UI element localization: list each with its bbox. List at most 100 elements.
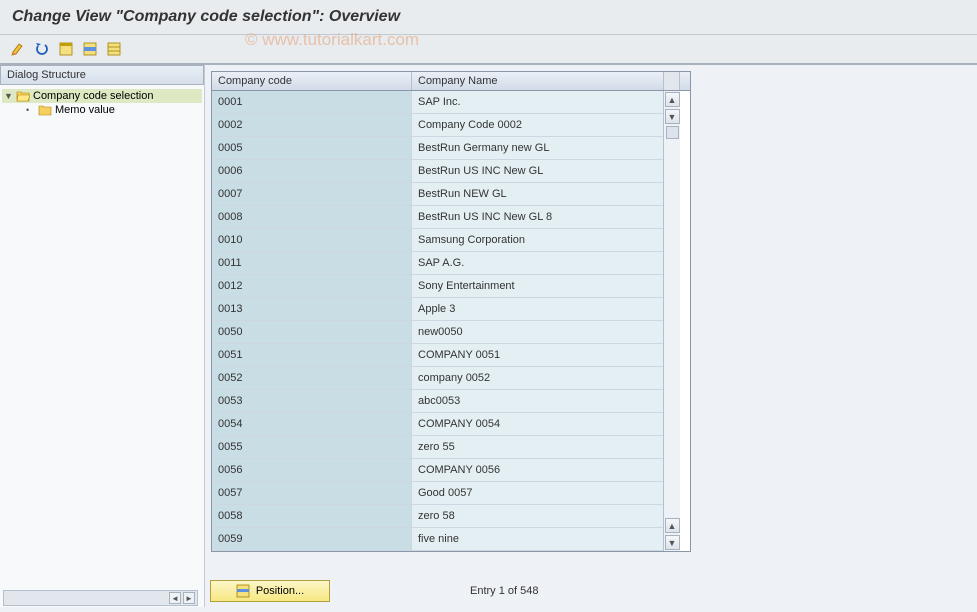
table-row[interactable]: 0007BestRun NEW GL bbox=[212, 183, 663, 206]
cell-company-code[interactable]: 0006 bbox=[212, 160, 412, 182]
cell-company-name[interactable]: Company Code 0002 bbox=[412, 114, 663, 136]
table-row[interactable]: 0005BestRun Germany new GL bbox=[212, 137, 663, 160]
tree-node-company-code-selection[interactable]: ▼ Company code selection bbox=[2, 89, 202, 103]
undo-change-icon[interactable] bbox=[32, 39, 52, 59]
folder-open-icon bbox=[16, 90, 30, 102]
tree-node-memo-value[interactable]: • Memo value bbox=[2, 103, 202, 117]
col-header-company-name[interactable]: Company Name bbox=[412, 72, 663, 90]
scroll-thumb[interactable] bbox=[666, 126, 679, 139]
grid-scroll-header bbox=[663, 72, 680, 90]
select-block-icon[interactable] bbox=[80, 39, 100, 59]
cell-company-code[interactable]: 0053 bbox=[212, 390, 412, 412]
cell-company-code[interactable]: 0001 bbox=[212, 91, 412, 113]
table-row[interactable]: 0011SAP A.G. bbox=[212, 252, 663, 275]
folder-icon bbox=[38, 104, 52, 116]
tree-node-label: Company code selection bbox=[33, 90, 153, 102]
main-area: Dialog Structure ▼ Company code selection… bbox=[0, 65, 977, 607]
cell-company-code[interactable]: 0008 bbox=[212, 206, 412, 228]
table-row[interactable]: 0012Sony Entertainment bbox=[212, 275, 663, 298]
position-button[interactable]: Position... bbox=[210, 580, 330, 602]
table-row[interactable]: 0054COMPANY 0054 bbox=[212, 413, 663, 436]
cell-company-code[interactable]: 0012 bbox=[212, 275, 412, 297]
table-row[interactable]: 0001SAP Inc. bbox=[212, 91, 663, 114]
cell-company-name[interactable]: BestRun US INC New GL 8 bbox=[412, 206, 663, 228]
cell-company-name[interactable]: zero 55 bbox=[412, 436, 663, 458]
cell-company-code[interactable]: 0007 bbox=[212, 183, 412, 205]
hscroll-right-icon[interactable]: ► bbox=[183, 592, 195, 604]
grid-header: Company code Company Name bbox=[212, 72, 690, 91]
col-header-company-code[interactable]: Company code bbox=[212, 72, 412, 90]
table-row[interactable]: 0055zero 55 bbox=[212, 436, 663, 459]
tree-node-label: Memo value bbox=[55, 104, 115, 116]
company-code-grid: Company code Company Name 0001SAP Inc.00… bbox=[211, 71, 691, 552]
cell-company-name[interactable]: BestRun US INC New GL bbox=[412, 160, 663, 182]
hscroll-left-icon[interactable]: ◄ bbox=[169, 592, 181, 604]
table-row[interactable]: 0058zero 58 bbox=[212, 505, 663, 528]
deselect-all-icon[interactable] bbox=[104, 39, 124, 59]
cell-company-code[interactable]: 0013 bbox=[212, 298, 412, 320]
cell-company-name[interactable]: five nine bbox=[412, 528, 663, 550]
scroll-down2-icon[interactable]: ▼ bbox=[665, 535, 680, 550]
grid-vscroll[interactable]: ▲ ▼ ▲ ▼ bbox=[663, 91, 680, 551]
cell-company-code[interactable]: 0057 bbox=[212, 482, 412, 504]
cell-company-name[interactable]: Good 0057 bbox=[412, 482, 663, 504]
cell-company-name[interactable]: COMPANY 0056 bbox=[412, 459, 663, 481]
table-row[interactable]: 0052company 0052 bbox=[212, 367, 663, 390]
table-row[interactable]: 0059five nine bbox=[212, 528, 663, 551]
cell-company-name[interactable]: zero 58 bbox=[412, 505, 663, 527]
tree-expand-icon: • bbox=[26, 105, 36, 115]
cell-company-name[interactable]: BestRun Germany new GL bbox=[412, 137, 663, 159]
scroll-up2-icon[interactable]: ▲ bbox=[665, 518, 680, 533]
footer-bar: Position... Entry 1 of 548 bbox=[210, 580, 690, 602]
tree-hscroll[interactable]: ◄ ► bbox=[3, 590, 198, 606]
cell-company-code[interactable]: 0050 bbox=[212, 321, 412, 343]
table-row[interactable]: 0013Apple 3 bbox=[212, 298, 663, 321]
cell-company-name[interactable]: Apple 3 bbox=[412, 298, 663, 320]
cell-company-name[interactable]: Samsung Corporation bbox=[412, 229, 663, 251]
tree-expand-icon[interactable]: ▼ bbox=[4, 91, 14, 101]
toolbar bbox=[0, 35, 977, 65]
cell-company-name[interactable]: BestRun NEW GL bbox=[412, 183, 663, 205]
dialog-structure-header: Dialog Structure bbox=[0, 65, 204, 85]
table-row[interactable]: 0010Samsung Corporation bbox=[212, 229, 663, 252]
cell-company-name[interactable]: SAP Inc. bbox=[412, 91, 663, 113]
toggle-display-change-icon[interactable] bbox=[8, 39, 28, 59]
table-row[interactable]: 0051COMPANY 0051 bbox=[212, 344, 663, 367]
cell-company-code[interactable]: 0054 bbox=[212, 413, 412, 435]
scroll-down-icon[interactable]: ▼ bbox=[665, 109, 680, 124]
cell-company-name[interactable]: new0050 bbox=[412, 321, 663, 343]
cell-company-code[interactable]: 0059 bbox=[212, 528, 412, 550]
cell-company-name[interactable]: company 0052 bbox=[412, 367, 663, 389]
dialog-structure-panel: Dialog Structure ▼ Company code selection… bbox=[0, 65, 205, 607]
table-row[interactable]: 0056COMPANY 0056 bbox=[212, 459, 663, 482]
cell-company-name[interactable]: COMPANY 0054 bbox=[412, 413, 663, 435]
cell-company-name[interactable]: SAP A.G. bbox=[412, 252, 663, 274]
position-label: Position... bbox=[256, 585, 304, 597]
table-row[interactable]: 0002Company Code 0002 bbox=[212, 114, 663, 137]
page-title: Change View "Company code selection": Ov… bbox=[0, 0, 977, 35]
cell-company-code[interactable]: 0011 bbox=[212, 252, 412, 274]
scroll-up-icon[interactable]: ▲ bbox=[665, 92, 680, 107]
grid-body: 0001SAP Inc.0002Company Code 00020005Bes… bbox=[212, 91, 663, 551]
select-all-icon[interactable] bbox=[56, 39, 76, 59]
cell-company-code[interactable]: 0002 bbox=[212, 114, 412, 136]
cell-company-code[interactable]: 0055 bbox=[212, 436, 412, 458]
table-row[interactable]: 0006BestRun US INC New GL bbox=[212, 160, 663, 183]
position-icon bbox=[236, 584, 250, 598]
cell-company-code[interactable]: 0051 bbox=[212, 344, 412, 366]
entry-status: Entry 1 of 548 bbox=[470, 585, 539, 597]
cell-company-code[interactable]: 0058 bbox=[212, 505, 412, 527]
cell-company-code[interactable]: 0056 bbox=[212, 459, 412, 481]
content-panel: Company code Company Name 0001SAP Inc.00… bbox=[205, 65, 977, 607]
cell-company-name[interactable]: abc0053 bbox=[412, 390, 663, 412]
cell-company-name[interactable]: Sony Entertainment bbox=[412, 275, 663, 297]
table-row[interactable]: 0057Good 0057 bbox=[212, 482, 663, 505]
table-row[interactable]: 0053abc0053 bbox=[212, 390, 663, 413]
table-row[interactable]: 0050new0050 bbox=[212, 321, 663, 344]
cell-company-code[interactable]: 0010 bbox=[212, 229, 412, 251]
cell-company-code[interactable]: 0005 bbox=[212, 137, 412, 159]
dialog-structure-tree: ▼ Company code selection • Memo value bbox=[0, 85, 204, 607]
cell-company-name[interactable]: COMPANY 0051 bbox=[412, 344, 663, 366]
cell-company-code[interactable]: 0052 bbox=[212, 367, 412, 389]
table-row[interactable]: 0008BestRun US INC New GL 8 bbox=[212, 206, 663, 229]
